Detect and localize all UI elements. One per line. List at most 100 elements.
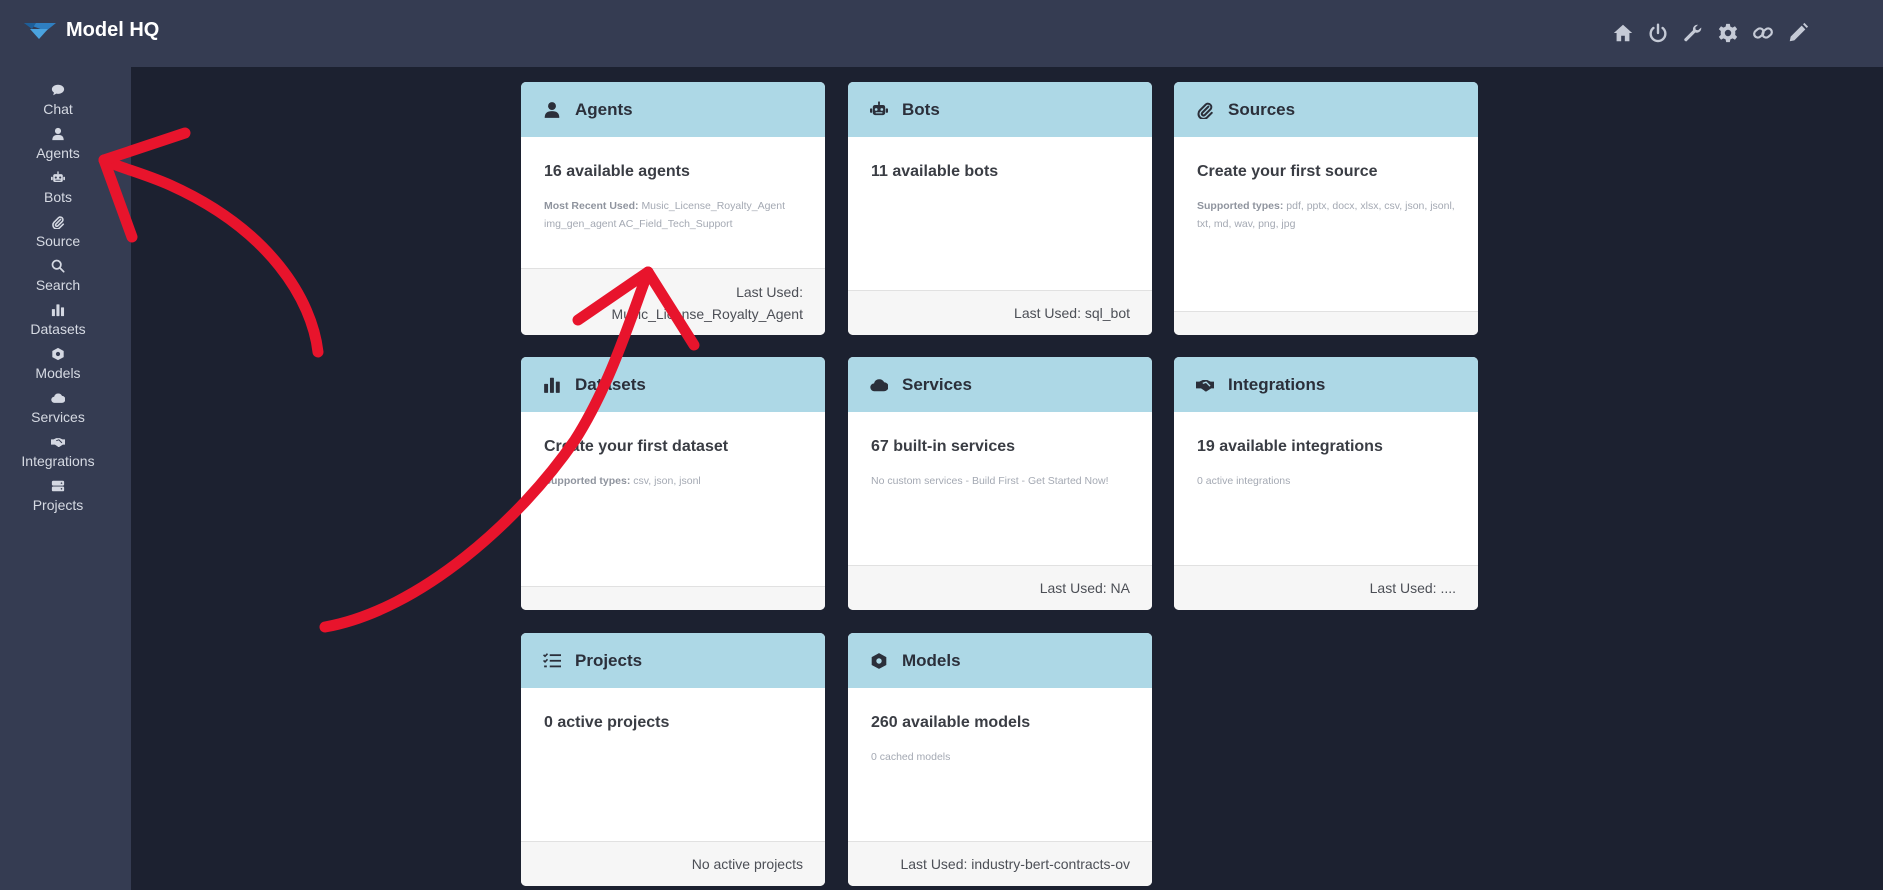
- bar-chart-icon: [544, 377, 560, 393]
- datasets-card[interactable]: Datasets Create your first dataset Suppo…: [521, 357, 825, 610]
- card-footer: Last Used: NA: [848, 565, 1152, 610]
- card-header: Models: [848, 633, 1152, 688]
- arrow-to-agents-sidebar: [98, 154, 324, 358]
- sidebar: Chat Agents Bots Source Search Datasets …: [0, 67, 131, 890]
- sidebar-item-chat[interactable]: Chat: [0, 79, 116, 129]
- card-count: 260 available models: [871, 714, 1031, 731]
- sources-card[interactable]: Sources Create your first source Support…: [1174, 82, 1478, 335]
- card-header: Agents: [521, 82, 825, 137]
- paperclip-icon: [1197, 102, 1213, 119]
- robot-icon: [870, 101, 888, 115]
- sidebar-item-label: Projects: [32, 497, 84, 513]
- card-title: Integrations: [1228, 374, 1326, 394]
- sidebar-item-label: Source: [35, 233, 81, 249]
- card-header: Projects: [521, 633, 825, 688]
- card-count: Create your first dataset: [544, 438, 729, 455]
- paperclip-icon: [52, 216, 65, 229]
- app-title: Model HQ: [66, 19, 160, 41]
- card-header: Services: [848, 357, 1152, 412]
- models-card[interactable]: Models 260 available models 0 cached mod…: [848, 633, 1152, 886]
- card-count: 11 available bots: [871, 163, 999, 180]
- brand[interactable]: Model HQ: [24, 19, 159, 42]
- card-count: 67 built-in services: [871, 438, 1016, 455]
- card-title: Datasets: [575, 374, 646, 394]
- home-icon[interactable]: [1610, 20, 1636, 46]
- cloud-icon: [51, 393, 65, 403]
- bar-chart-icon: [51, 304, 65, 317]
- robot-icon: [51, 171, 65, 182]
- card-footer: Last Used: ....: [1174, 565, 1478, 610]
- sidebar-item-label: Integrations: [21, 453, 95, 469]
- bots-card[interactable]: Bots 11 available bots Last Used: sql_bo…: [848, 82, 1152, 335]
- top-bar: Model HQ: [0, 0, 1883, 67]
- card-footer: [521, 586, 825, 610]
- card-count: 19 available integrations: [1197, 438, 1383, 455]
- sidebar-item-models[interactable]: Models: [0, 343, 116, 393]
- card-footer: Last Used: Music_License_Royalty_Agent: [521, 268, 825, 335]
- sidebar-item-search[interactable]: Search: [0, 255, 116, 305]
- cloud-icon: [870, 378, 888, 391]
- card-details: Supported types: csv, json, jsonl: [544, 472, 806, 490]
- sidebar-item-bots[interactable]: Bots: [0, 167, 116, 217]
- card-count: 0 active projects: [544, 714, 670, 731]
- details-label: Supported types:: [544, 475, 631, 487]
- supported-types: csv, json, jsonl: [633, 475, 701, 487]
- sidebar-item-datasets[interactable]: Datasets: [0, 299, 116, 349]
- checklist-icon: [543, 652, 561, 667]
- card-header: Integrations: [1174, 357, 1478, 412]
- card-footer: Last Used: industry-bert-contracts-ov: [848, 841, 1152, 886]
- sidebar-item-services[interactable]: Services: [0, 387, 116, 437]
- card-footer: Last Used: sql_bot: [848, 290, 1152, 335]
- last-used-value: Music_License_Royalty_Agent: [611, 306, 803, 322]
- chat-icon: [51, 84, 65, 96]
- gear-icon[interactable]: [1715, 20, 1741, 46]
- card-title: Services: [902, 374, 972, 394]
- details-label: Most Recent Used:: [544, 200, 639, 212]
- search-icon: [51, 259, 65, 273]
- details-label: Supported types:: [1197, 200, 1284, 212]
- card-title: Projects: [575, 650, 643, 670]
- link-icon[interactable]: [1750, 20, 1776, 46]
- server-icon: [51, 480, 65, 492]
- pencil-icon[interactable]: [1785, 20, 1811, 46]
- cube-icon: [52, 347, 64, 361]
- card-header: Sources: [1174, 82, 1478, 137]
- integrations-card[interactable]: Integrations 19 available integrations 0…: [1174, 357, 1478, 610]
- last-used-label: Last Used:: [736, 284, 803, 300]
- wrench-icon[interactable]: [1680, 20, 1706, 46]
- model-hq-logo-icon: [24, 22, 56, 39]
- card-title: Models: [902, 650, 961, 670]
- user-icon: [52, 127, 64, 141]
- cube-icon: [871, 652, 887, 669]
- handshake-icon: [1196, 379, 1214, 391]
- agents-card[interactable]: Agents 16 available agents Most Recent U…: [521, 82, 825, 335]
- sidebar-item-label: Search: [35, 277, 81, 293]
- card-details: 0 active integrations: [1197, 475, 1291, 487]
- projects-card[interactable]: Projects 0 active projects No active pro…: [521, 633, 825, 886]
- sidebar-item-agents[interactable]: Agents: [0, 123, 116, 173]
- card-footer: [1174, 311, 1478, 335]
- sidebar-item-integrations[interactable]: Integrations: [0, 431, 116, 481]
- card-footer: No active projects: [521, 841, 825, 886]
- card-count: 16 available agents: [544, 163, 690, 180]
- card-details: Supported types: pdf, pptx, docx, xlsx, …: [1197, 197, 1459, 233]
- sidebar-item-label: Models: [35, 365, 81, 381]
- card-title: Bots: [902, 99, 940, 119]
- sidebar-item-label: Agents: [36, 145, 80, 161]
- card-details: 0 cached models: [871, 751, 951, 763]
- card-title: Agents: [575, 99, 633, 119]
- top-toolbar: [1601, 20, 1811, 46]
- user-icon: [544, 101, 560, 118]
- power-icon[interactable]: [1645, 20, 1671, 46]
- handshake-icon: [51, 438, 65, 448]
- card-header: Bots: [848, 82, 1152, 137]
- sidebar-item-projects[interactable]: Projects: [0, 475, 116, 525]
- sidebar-item-label: Chat: [43, 101, 73, 117]
- sidebar-item-label: Services: [31, 409, 85, 425]
- sidebar-item-label: Datasets: [30, 321, 86, 337]
- services-card[interactable]: Services 67 built-in services No custom …: [848, 357, 1152, 610]
- card-header: Datasets: [521, 357, 825, 412]
- card-title: Sources: [1228, 99, 1296, 119]
- sidebar-item-source[interactable]: Source: [0, 211, 116, 261]
- card-details: No custom services - Build First - Get S…: [871, 475, 1109, 487]
